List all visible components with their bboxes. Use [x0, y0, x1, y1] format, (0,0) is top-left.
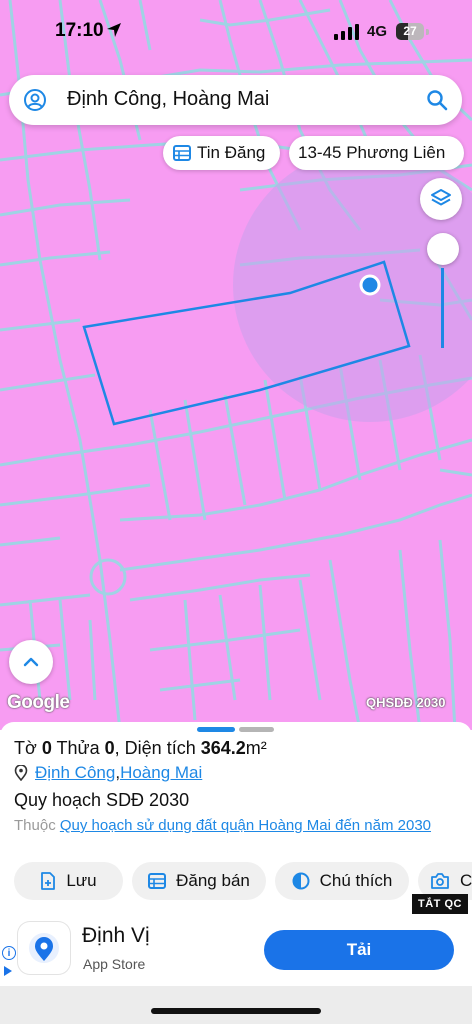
sheet-page-indicator-active[interactable]	[197, 727, 235, 732]
ad-app-icon[interactable]	[18, 922, 70, 974]
listings-chip-label: Tin Đăng	[197, 143, 266, 162]
area-unit: m²	[245, 738, 267, 758]
status-bar: 17:10 4G 27	[0, 0, 472, 60]
sheet-label: Tờ	[14, 738, 37, 758]
plan-description: Thuộc Quy hoạch sử dụng đất quận Hoàng M…	[14, 815, 454, 836]
google-logo: Google	[7, 692, 70, 713]
save-button-label: Lưu	[66, 871, 97, 890]
ad-banner[interactable]: i Định Vị App Store Tải	[0, 914, 472, 986]
listings-chip[interactable]: Tin Đăng	[163, 136, 280, 170]
layers-button[interactable]	[420, 178, 462, 220]
layers-icon	[431, 189, 451, 206]
plan-link[interactable]: Quy hoạch sử dụng đất quận Hoàng Mai đến…	[60, 817, 431, 834]
area-label: Diện tích	[124, 738, 196, 758]
opacity-slider-knob[interactable]	[427, 233, 459, 265]
action-row: Lưu Đăng bán Chú thích C	[14, 862, 472, 902]
post-sale-button-label: Đăng bán	[176, 871, 250, 890]
signal-bars-icon	[334, 24, 359, 40]
camera-icon	[431, 873, 449, 889]
plan-belongs-prefix: Thuộc	[14, 817, 56, 834]
battery-icon: 27	[396, 23, 424, 40]
ward-link[interactable]: Định Công	[35, 763, 115, 783]
calendar-icon	[173, 145, 191, 161]
ad-install-button[interactable]: Tải	[264, 930, 454, 970]
lot-value: 0	[104, 738, 115, 758]
save-plus-icon	[41, 872, 56, 890]
battery-level: 27	[403, 24, 417, 38]
save-button[interactable]: Lưu	[14, 862, 123, 900]
search-icon[interactable]	[426, 89, 448, 111]
camera-button-label: C	[460, 871, 472, 890]
ad-choices-icon	[4, 966, 12, 976]
legend-button-label: Chú thích	[319, 871, 393, 890]
home-indicator[interactable]	[151, 1008, 321, 1014]
contrast-icon	[292, 872, 310, 890]
legend-button[interactable]: Chú thích	[275, 862, 409, 900]
ad-info-icon[interactable]: i	[2, 946, 16, 960]
sheet-value: 0	[41, 738, 52, 758]
expand-sheet-button[interactable]	[9, 640, 53, 684]
opacity-slider-track[interactable]	[441, 268, 444, 348]
layer-tag: QHSDĐ 2030	[366, 695, 446, 710]
post-sale-button[interactable]: Đăng bán	[132, 862, 266, 900]
sheet-page-indicator[interactable]	[239, 727, 274, 732]
ad-store-label: App Store	[83, 956, 146, 972]
home-indicator-area	[0, 986, 472, 1024]
location-pin-app-icon	[29, 933, 59, 963]
account-circle-icon[interactable]	[23, 88, 47, 112]
close-ad-button[interactable]: TẮT QC	[412, 894, 468, 914]
area-value: 364.2	[200, 738, 246, 758]
map-pin-icon	[14, 765, 28, 781]
search-input[interactable]: Định Công, Hoàng Mai	[67, 88, 269, 111]
network-type: 4G	[367, 23, 388, 40]
chevron-up-icon	[23, 657, 39, 667]
lot-label: Thửa	[56, 738, 100, 758]
location-chip-label: 13-45 Phương Liên	[298, 143, 446, 162]
district-link[interactable]: Hoàng Mai	[120, 763, 202, 783]
location-arrow-icon	[107, 23, 121, 37]
listing-icon	[148, 873, 167, 889]
status-time: 17:10	[55, 20, 104, 41]
plan-title: Quy hoạch SDĐ 2030	[14, 790, 190, 810]
ad-app-name[interactable]: Định Vị	[82, 924, 150, 948]
current-location-dot	[359, 274, 381, 296]
location-chip[interactable]: 13-45 Phương Liên	[289, 136, 464, 170]
bottom-sheet: Tờ 0 Thửa 0, Diện tích 364.2m² Định Công…	[0, 722, 472, 1024]
battery-cap	[426, 29, 429, 35]
parcel-info: Tờ 0 Thửa 0, Diện tích 364.2m²	[14, 738, 267, 758]
address-line: Định Công, Hoàng Mai	[14, 763, 202, 783]
search-bar[interactable]: Định Công, Hoàng Mai	[9, 75, 462, 125]
